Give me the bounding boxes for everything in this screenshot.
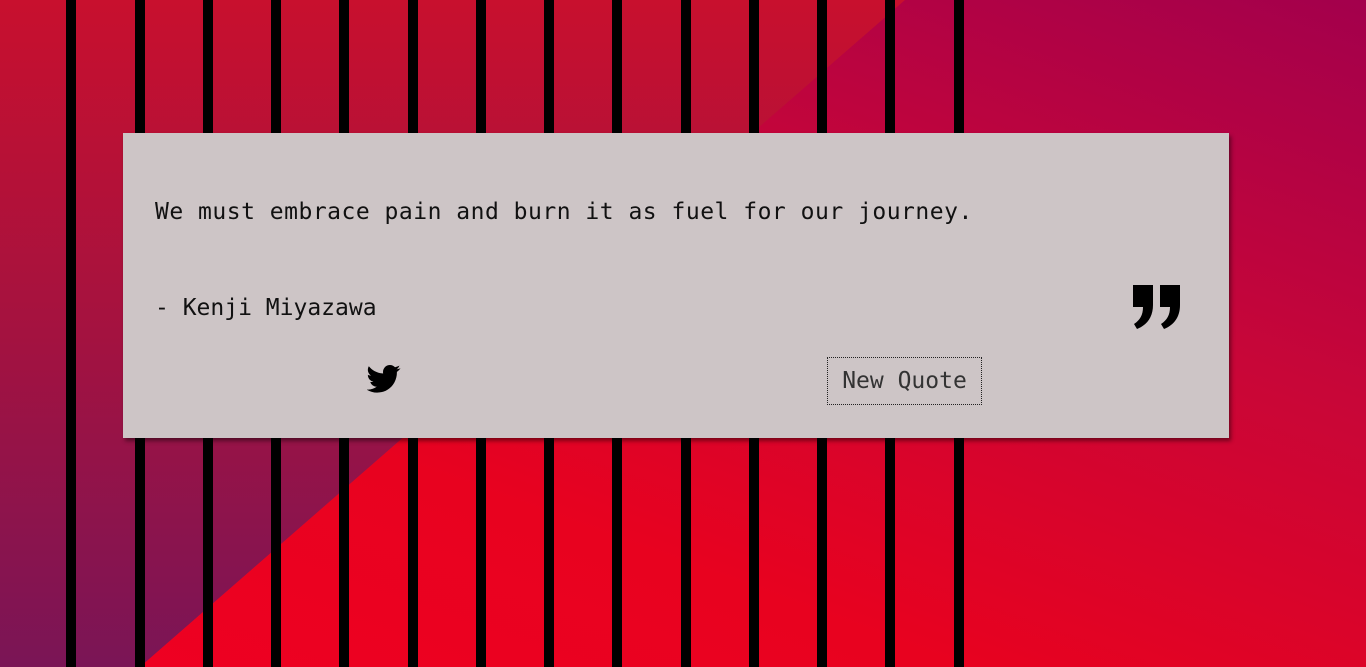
twitter-icon[interactable] — [367, 364, 401, 394]
quote-text: We must embrace pain and burn it as fuel… — [155, 199, 973, 225]
quote-author: - Kenji Miyazawa — [155, 295, 377, 321]
quote-mark-icon — [1133, 285, 1180, 329]
new-quote-button[interactable]: New Quote — [827, 357, 982, 405]
quote-box: We must embrace pain and burn it as fuel… — [123, 133, 1229, 438]
stripe — [66, 0, 76, 667]
